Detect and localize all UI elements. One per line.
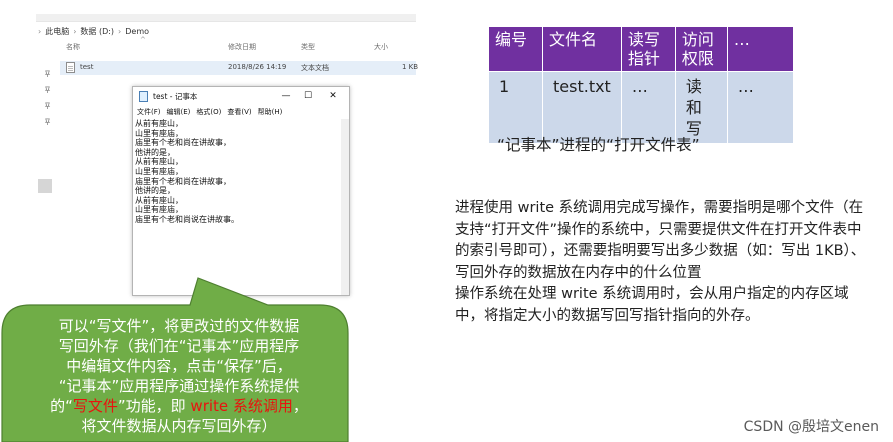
table-header-cell: 读写指针 xyxy=(620,26,676,72)
breadcrumb-item-this-pc[interactable]: 此电脑 xyxy=(45,26,69,37)
pin-icon[interactable] xyxy=(44,118,51,125)
pin-icon[interactable] xyxy=(44,86,51,93)
notepad-menu-bar: 文件(F) 编辑(E) 格式(O) 查看(V) 帮助(H) xyxy=(133,105,349,118)
callout-line: 写回外存（我们在“记事本”应用程序 xyxy=(58,337,300,355)
table-header-cell: 文件名 xyxy=(542,26,622,72)
description-paragraph: 操作系统在处理 write 系统调用时，会从用户指定的内存区域中，将指定大小的数… xyxy=(455,286,849,324)
sort-caret-icon: ^ xyxy=(140,36,146,44)
callout-line: 将文件数据从内存写回外存） xyxy=(81,417,277,435)
notepad-title: test - 记事本 xyxy=(153,92,198,101)
callout-text-part: ， xyxy=(292,397,308,415)
maximize-button[interactable]: ☐ xyxy=(300,89,316,103)
notepad-scrollbar[interactable] xyxy=(341,119,349,295)
text-file-icon xyxy=(66,62,75,73)
table-header-cell: 编号 xyxy=(488,26,543,72)
menu-help[interactable]: 帮助(H) xyxy=(258,107,283,117)
notepad-icon xyxy=(139,91,148,102)
callout-text-part: 的“ xyxy=(50,397,73,415)
file-size: 1 KB xyxy=(402,63,419,71)
open-file-table: 编号 文件名 读写指针 访问权限 … 1 test.txt … 读和写 … xyxy=(488,26,794,144)
column-header-type[interactable]: 类型 xyxy=(301,42,315,56)
table-header-cell: … xyxy=(726,26,794,72)
file-modified: 2018/8/26 14:19 xyxy=(228,63,287,71)
menu-format[interactable]: 格式(O) xyxy=(196,107,221,117)
breadcrumb-item-drive[interactable]: 数据 (D:) xyxy=(80,26,114,37)
menu-view[interactable]: 查看(V) xyxy=(227,107,251,117)
pin-icon[interactable] xyxy=(44,102,51,109)
description-paragraph: 进程使用 write 系统调用完成写操作，需要指明是哪个文件（在支持“打开文件”… xyxy=(455,200,866,281)
notepad-text-area[interactable]: 从前有座山， 山里有座庙， 庙里有个老和尚在讲故事， 他讲的是， 从前有座山， … xyxy=(135,119,339,289)
breadcrumb-chevron-icon: › xyxy=(73,26,77,36)
quick-access-pane xyxy=(36,40,58,240)
pin-icon[interactable] xyxy=(44,70,51,77)
callout-highlight: 写文件 xyxy=(72,397,118,415)
nav-scroll-block xyxy=(38,179,52,193)
column-header-name[interactable]: 名称 xyxy=(66,42,80,56)
column-header-modified[interactable]: 修改日期 xyxy=(228,42,256,56)
table-caption: “记事本”进程的“打开文件表” xyxy=(497,136,700,154)
menu-edit[interactable]: 编辑(E) xyxy=(167,107,191,117)
table-header-row: 编号 文件名 读写指针 访问权限 … xyxy=(488,26,794,72)
file-row[interactable]: test 2018/8/26 14:19 文本文档 1 KB xyxy=(60,61,419,75)
menu-file[interactable]: 文件(F) xyxy=(137,107,161,117)
callout-line: “记事本”应用程序通过操作系统提供 xyxy=(58,377,300,395)
file-name: test xyxy=(80,63,94,71)
table-cell: … xyxy=(726,71,794,144)
breadcrumb-item-folder[interactable]: Demo xyxy=(125,27,149,36)
description-text: 进程使用 write 系统调用完成写操作，需要指明是哪个文件（在支持“打开文件”… xyxy=(455,198,867,328)
callout-line: 的“写文件”功能，即 write 系统调用， xyxy=(14,396,344,416)
column-header-size[interactable]: 大小 xyxy=(374,42,388,56)
watermark: CSDN @殷培文enen xyxy=(743,419,879,435)
callout-highlight: write 系统调用 xyxy=(190,397,293,415)
breadcrumb-chevron-icon: › xyxy=(118,26,122,36)
file-type: 文本文档 xyxy=(301,64,329,72)
notepad-title-bar[interactable]: test - 记事本 — ☐ ✕ xyxy=(133,87,349,105)
callout-text-part: ”功能，即 xyxy=(117,397,191,415)
notepad-window[interactable]: test - 记事本 — ☐ ✕ 文件(F) 编辑(E) 格式(O) 查看(V)… xyxy=(132,86,350,296)
callout-line: 中编辑文件内容，点击“保存”后， xyxy=(66,357,292,375)
breadcrumb-chevron-icon: › xyxy=(38,26,42,36)
minimize-button[interactable]: — xyxy=(278,89,294,103)
callout-text: 可以“写文件”，将更改过的文件数据 写回外存（我们在“记事本”应用程序 中编辑文… xyxy=(14,316,344,442)
callout-line: 可以“写文件”，将更改过的文件数据 xyxy=(58,317,300,335)
close-button[interactable]: ✕ xyxy=(325,89,341,103)
table-header-cell: 访问权限 xyxy=(674,26,728,72)
explorer-toolbar-strip xyxy=(36,14,416,22)
breadcrumb[interactable]: › 此电脑 › 数据 (D:) › Demo xyxy=(38,24,149,38)
